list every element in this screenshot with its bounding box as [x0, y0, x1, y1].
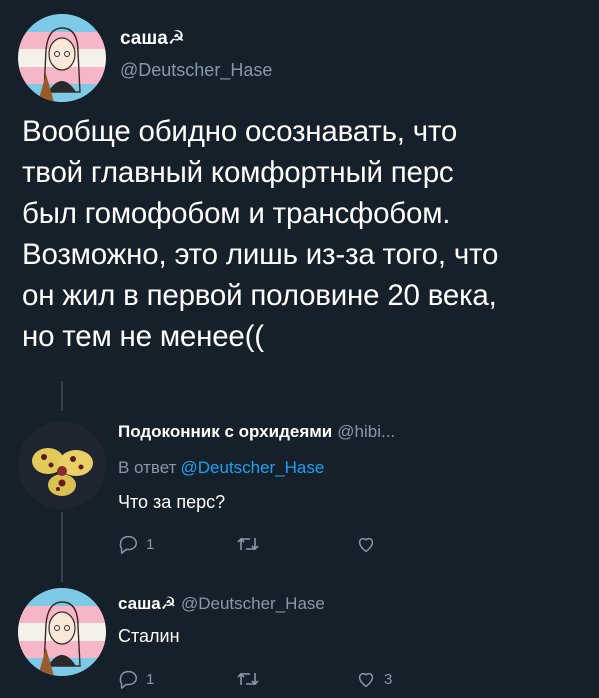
display-name[interactable]: Подоконник с орхидеями [118, 422, 332, 441]
tweet-text: Что за перс? [118, 492, 226, 512]
reply-author[interactable]: Подоконник с орхидеями @hibi... [118, 422, 395, 442]
avatar-orchids[interactable] [18, 421, 106, 509]
reply-button[interactable]: 1 [117, 533, 154, 555]
user-handle[interactable]: @Deutscher_Hase [120, 60, 272, 81]
tweet-text-line: он жил в первой половине 20 века, [22, 279, 497, 312]
reply-button[interactable]: 1 [117, 668, 154, 690]
avatar-sasha[interactable] [18, 588, 106, 676]
replying-to: В ответ @Deutscher_Hase [118, 458, 324, 478]
display-name[interactable]: саша☭ [118, 594, 176, 613]
avatar-sasha[interactable] [18, 14, 106, 102]
tweet-text-line: Вообще обидно осознавать, что [22, 115, 458, 148]
tweet-text-line: твой главный комфортный перс [22, 156, 454, 189]
thread-connector-line [61, 512, 63, 582]
tweet-text-line: был гомофобом и трансфобом. [22, 197, 451, 230]
reply-prefix: В ответ [118, 458, 177, 477]
comment-icon [119, 670, 137, 689]
user-handle[interactable]: @hibi... [337, 422, 395, 441]
mention-link[interactable]: @Deutscher_Hase [180, 458, 324, 477]
tweet-text-line: но тем не менее(( [22, 320, 264, 353]
retweet-button[interactable] [236, 668, 267, 690]
user-handle[interactable]: @Deutscher_Hase [181, 594, 325, 613]
retweet-icon [237, 537, 259, 551]
thread-connector-line [61, 381, 63, 411]
tweet-text-line: Возможно, это лишь из-за того, что [22, 238, 499, 271]
retweet-button[interactable] [236, 533, 267, 555]
like-count: 3 [384, 670, 393, 688]
tweet-text: Сталин [118, 626, 180, 646]
tweet-text: Вообще обидно осознавать, что твой главн… [22, 111, 592, 357]
retweet-icon [237, 672, 259, 686]
reply-count: 1 [146, 670, 155, 688]
reply-count: 1 [146, 535, 155, 553]
comment-icon [119, 535, 137, 554]
heart-icon [358, 537, 374, 553]
display-name[interactable]: саша☭ [120, 27, 185, 50]
reply-author[interactable]: саша☭ @Deutscher_Hase [118, 594, 325, 614]
like-button[interactable]: 3 [355, 668, 392, 690]
like-button[interactable] [355, 533, 384, 555]
heart-icon [358, 672, 374, 688]
